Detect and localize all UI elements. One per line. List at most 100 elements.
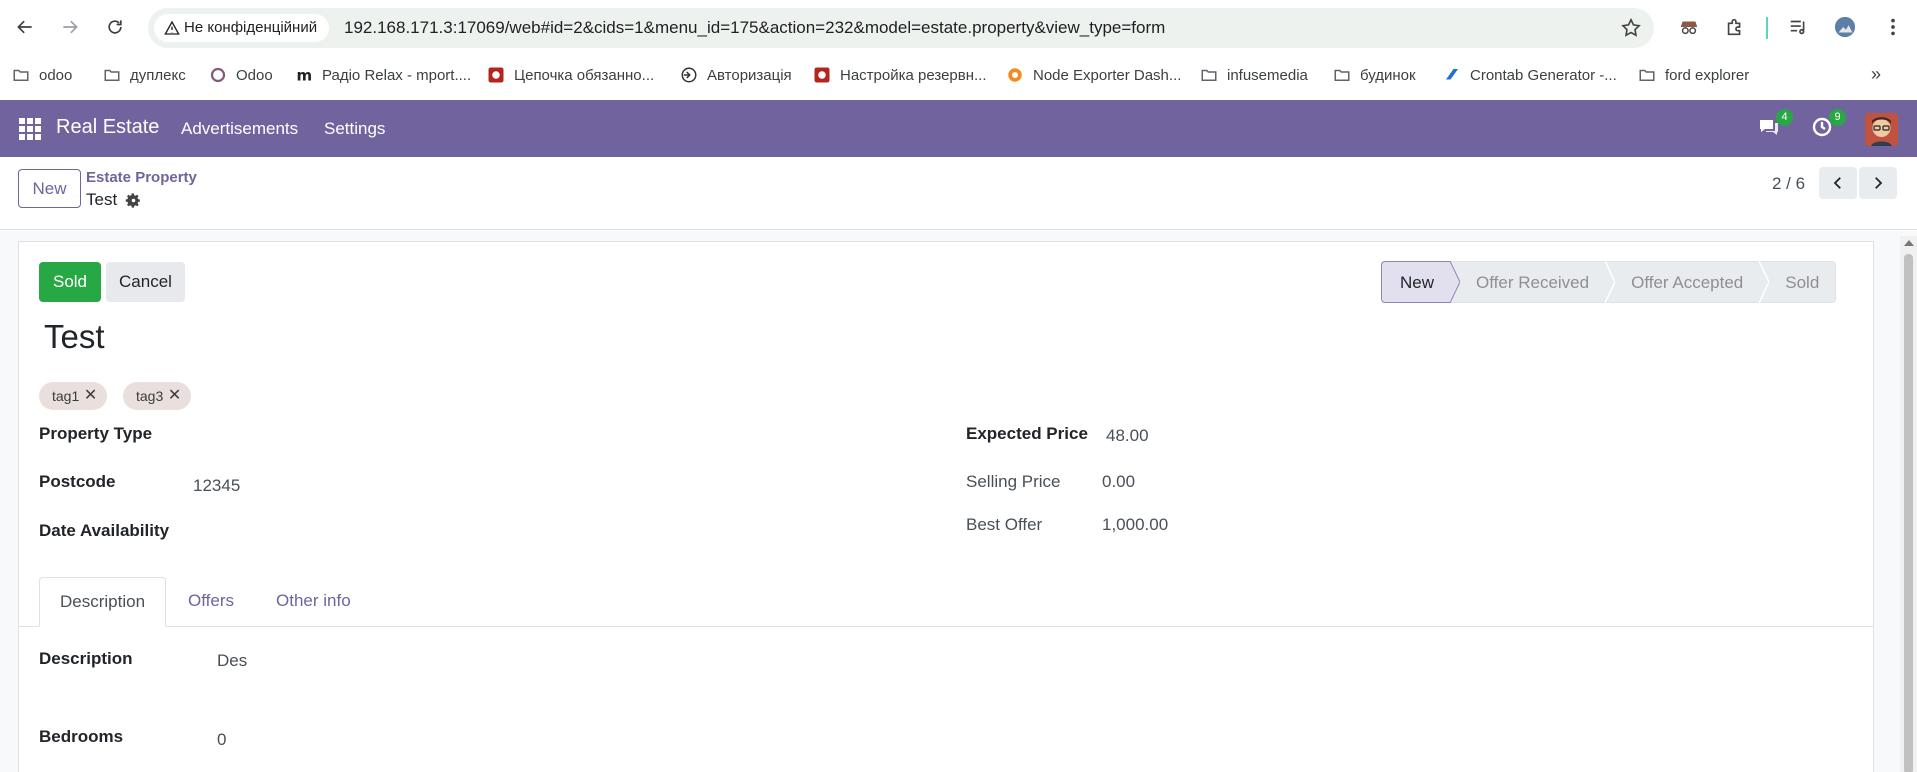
stage-arrow (1450, 261, 1461, 303)
bookmark-label: будинок (1360, 66, 1416, 84)
activities-icon[interactable]: 9 (1810, 109, 1846, 143)
address-bar[interactable]: Не конфіденційний 192.168.171.3:17069/we… (148, 8, 1654, 48)
bookmark-label: ford explorer (1665, 66, 1750, 84)
description-field[interactable]: Des (217, 651, 247, 671)
expected-price-field[interactable]: 48.00 (1106, 426, 1149, 446)
tag-label: tag3 (136, 388, 164, 404)
activities-badge: 9 (1829, 109, 1846, 126)
bookmark-item[interactable]: Crontab Generator -... (1443, 64, 1617, 86)
bookmark-item[interactable]: Авторизація (680, 64, 792, 86)
stage-label: Sold (1785, 273, 1820, 292)
bookmark-item[interactable]: будинок (1333, 64, 1416, 86)
best-offer-label: Best Offer (966, 515, 1043, 534)
tag-remove-icon[interactable]: ✕ (168, 382, 181, 410)
menu-settings[interactable]: Settings (324, 119, 385, 139)
gear-icon[interactable] (125, 192, 142, 209)
security-label: Не конфіденційний (184, 19, 318, 36)
grafana-icon (1006, 66, 1024, 84)
m-icon: m (295, 66, 313, 84)
user-avatar[interactable] (1865, 113, 1898, 146)
bookmark-label: Авторизація (707, 66, 792, 84)
login-icon (680, 66, 698, 84)
status-bar: New Offer Received Offer Accepted Sold (1381, 261, 1837, 303)
bookmark-label: odoo (39, 66, 73, 84)
bookmark-item[interactable]: m Радіо Relax - mport.... (295, 64, 472, 86)
record-title[interactable]: Test (44, 318, 105, 356)
site-icon (813, 66, 831, 84)
bookmark-item[interactable]: Node Exporter Dash... (1006, 64, 1181, 86)
back-icon[interactable] (10, 12, 40, 42)
folder-icon (1638, 66, 1656, 84)
bookmark-item[interactable]: Настройка резервн... (813, 64, 987, 86)
bookmark-label: infusemedia (1227, 66, 1308, 84)
stage-sold[interactable]: Sold (1759, 261, 1837, 303)
control-panel: New Estate Property Test 2 / 6 (0, 157, 1917, 230)
stage-label: Offer Accepted (1631, 273, 1744, 292)
selling-price-label: Selling Price (966, 472, 1061, 491)
incognito-extension-icon[interactable] (1676, 14, 1702, 40)
stage-arrow (1759, 261, 1770, 303)
menu-advertisements[interactable]: Advertisements (181, 119, 298, 139)
sold-button[interactable]: Sold (39, 262, 101, 302)
security-chip[interactable]: Не конфіденційний (154, 14, 330, 42)
messages-icon[interactable]: 4 (1757, 109, 1793, 143)
odoo-icon (209, 66, 227, 84)
bookmark-item[interactable]: Цепочка обязанно... (487, 64, 654, 86)
bookmarks-more-button[interactable]: » (1871, 64, 1881, 85)
bookmark-label: Настройка резервн... (840, 66, 987, 84)
profile-avatar-icon[interactable] (1832, 14, 1858, 40)
stage-arrow (1605, 261, 1616, 303)
notebook-tabs: Description Offers Other info (18, 577, 1874, 627)
bedrooms-label: Bedrooms (39, 727, 124, 746)
breadcrumb-current: Test (86, 190, 118, 209)
breadcrumb-parent[interactable]: Estate Property (86, 169, 197, 186)
warning-icon (164, 20, 180, 35)
bookmark-item[interactable]: Odoo (209, 64, 273, 86)
bookmark-item[interactable]: infusemedia (1200, 64, 1308, 86)
scroll-thumb[interactable] (1904, 254, 1913, 772)
browser-menu-icon[interactable] (1880, 14, 1906, 40)
pager-next-button[interactable] (1859, 167, 1897, 199)
stage-offer-accepted[interactable]: Offer Accepted (1605, 261, 1770, 303)
bookmark-label: Node Exporter Dash... (1033, 66, 1182, 84)
bookmark-label: Crontab Generator -... (1470, 66, 1617, 84)
stage-new[interactable]: New (1381, 261, 1461, 303)
bookmark-item[interactable]: odoo (12, 64, 72, 86)
bookmark-star-icon[interactable] (1620, 17, 1642, 39)
pager-previous-button[interactable] (1819, 167, 1857, 199)
bedrooms-field[interactable]: 0 (217, 730, 226, 750)
reload-icon[interactable] (100, 12, 130, 42)
new-record-button[interactable]: New (18, 169, 81, 208)
scrollbar[interactable] (1900, 236, 1917, 772)
tab-description[interactable]: Description (39, 577, 167, 627)
bookmark-item[interactable]: дуплекс (103, 64, 186, 86)
property-type-label: Property Type (39, 424, 153, 443)
media-controls-icon[interactable] (1786, 14, 1812, 40)
toolbar-divider (1766, 17, 1768, 39)
scroll-up-icon[interactable] (1904, 240, 1914, 246)
date-availability-label: Date Availability (39, 521, 170, 540)
forward-icon[interactable] (55, 12, 85, 42)
odoo-navbar: Real Estate Advertisements Settings 4 9 (0, 100, 1917, 157)
postcode-field[interactable]: 12345 (193, 476, 240, 496)
folder-icon (12, 66, 30, 84)
extensions-puzzle-icon[interactable] (1722, 14, 1748, 40)
cancel-button[interactable]: Cancel (106, 262, 185, 302)
bookmark-label: Цепочка обязанно... (514, 66, 655, 84)
url-text[interactable]: 192.168.171.3:17069/web#id=2&cids=1&menu… (344, 18, 1165, 38)
tab-offers[interactable]: Offers (168, 577, 254, 627)
messages-badge: 4 (1776, 109, 1793, 126)
svg-text:m: m (297, 66, 313, 84)
browser-toolbar: Не конфіденційний 192.168.171.3:17069/we… (0, 0, 1917, 55)
app-brand[interactable]: Real Estate (56, 116, 159, 139)
pager-value[interactable]: 2 / 6 (1772, 174, 1805, 194)
apps-menu-icon[interactable] (19, 118, 41, 140)
tag-chip: tag3 ✕ (123, 382, 192, 410)
site-icon (487, 66, 505, 84)
stage-label: New (1400, 273, 1435, 292)
tag-chip: tag1 ✕ (39, 382, 108, 410)
tag-remove-icon[interactable]: ✕ (84, 382, 97, 410)
bookmark-item[interactable]: ford explorer (1638, 64, 1749, 86)
tab-other-info[interactable]: Other info (256, 577, 371, 627)
stage-offer-received[interactable]: Offer Received (1450, 261, 1616, 303)
